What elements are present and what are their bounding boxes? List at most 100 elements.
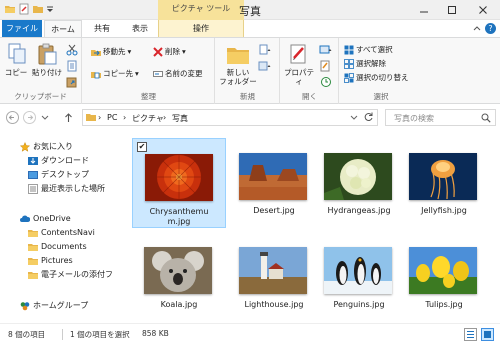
search-input[interactable]: 写真の検索 [385,109,496,126]
forward-button[interactable] [23,111,36,124]
file-label-line1: Hydrangeas.jpg [327,206,391,215]
address-bar[interactable]: › PC › ピクチャ › 写真 [82,109,378,126]
new-item-icon [259,44,271,55]
nav-homegroup[interactable]: ホームグループ [20,300,88,312]
invert-selection-button[interactable]: 選択の切り替え [344,72,409,84]
select-none-button[interactable]: 選択解除 [344,58,386,70]
nav-onedrive[interactable]: OneDrive [20,213,71,225]
open-button[interactable] [319,44,333,56]
close-button[interactable] [466,0,500,20]
tab-manage[interactable]: 操作 [158,20,244,37]
pictures-folder-icon [86,112,96,124]
file-label: Koala.jpg [134,300,224,310]
maximize-button[interactable] [438,0,466,20]
nav-onedrive-email-attachments[interactable]: 電子メールの添付ファ [28,269,121,281]
breadcrumb-pc[interactable]: PC [107,113,117,122]
nav-onedrive-pictures[interactable]: Pictures [28,255,73,267]
properties-button[interactable]: プロパティ [281,42,317,86]
back-arrow-icon [6,111,19,124]
breadcrumb-separator: › [98,113,102,122]
nav-downloads[interactable]: ダウンロード [28,155,89,167]
status-selection: 1 個の項目を選択 [70,330,130,339]
thumbnail-koala [144,247,212,294]
nav-label: お気に入り [33,142,73,151]
properties-icon [290,44,306,64]
delete-button[interactable]: 削除 ▾ [153,46,186,58]
onedrive-cloud-icon [20,215,30,222]
details-view-button[interactable] [464,328,477,341]
file-label: Penguins.jpg [314,300,404,310]
select-all-icon [344,45,354,55]
breadcrumb-pictures[interactable]: ピクチャ [132,113,164,124]
nav-label: デスクトップ [41,170,89,179]
group-label-clipboard: クリップボード [14,92,67,101]
history-icon [321,77,331,87]
new-folder-button[interactable]: 新しい フォルダー [218,42,258,86]
file-label: Hydrangeas.jpg [314,206,404,216]
up-arrow-icon [65,113,72,122]
item-checkbox[interactable]: ✔ [137,142,147,152]
copy-to-button[interactable]: コピー先 ▾ [91,68,139,80]
details-view-icon [464,328,477,341]
group-new: 新しい フォルダー 新規 [216,38,280,104]
nav-recent-places[interactable]: 最近表示した場所 [28,183,105,195]
breadcrumb-photos[interactable]: 写真 [172,113,188,124]
thumbnail-tulips [409,247,477,294]
minimize-button[interactable] [410,0,438,20]
file-label: Lighthouse.jpg [229,300,319,310]
status-item-count: 8 個の項目 [8,330,46,339]
paste-button[interactable]: 貼り付け [30,42,64,77]
help-icon[interactable]: ? [485,23,496,34]
group-open: プロパティ 開く [281,38,339,104]
file-tile-chrysanthemum[interactable]: ✔ Chrysanthemu m.jpg [132,138,226,228]
file-tile-lighthouse[interactable]: Lighthouse.jpg [227,232,321,322]
file-tile-penguins[interactable]: Penguins.jpg [312,232,406,322]
up-button[interactable] [62,111,75,124]
refresh-icon[interactable] [363,111,374,125]
back-button[interactable] [6,111,19,124]
edit-button[interactable] [319,60,333,72]
edit-icon [320,60,330,72]
thumbnail-lighthouse [239,247,307,294]
nav-label: 電子メールの添付ファ [41,270,121,279]
file-tile-jellyfish[interactable]: Jellyfish.jpg [397,138,491,228]
file-label: Jellyfish.jpg [399,206,489,216]
address-dropdown-icon[interactable] [349,111,359,125]
tab-view[interactable]: 表示 [124,20,156,37]
history-button[interactable] [319,76,333,88]
nav-onedrive-contentsnavi[interactable]: ContentsNavi [28,227,95,239]
copy-icon [8,43,26,64]
tab-share[interactable]: 共有 [86,20,118,37]
nav-favorites[interactable]: お気に入り [20,141,73,153]
file-tile-koala[interactable]: Koala.jpg [132,232,226,322]
breadcrumb-separator: › [123,113,127,122]
easy-access-button[interactable] [258,60,272,72]
file-label: Desert.jpg [229,206,319,216]
folder-icon [28,244,38,251]
nav-desktop[interactable]: デスクトップ [28,169,89,181]
nav-label: ContentsNavi [41,228,95,237]
move-to-button[interactable]: 移動先 ▾ [91,46,131,58]
invert-selection-icon [344,73,354,83]
paste-shortcut-button[interactable] [65,76,79,88]
copy-to-label: コピー先 [103,69,133,78]
copy-button[interactable]: コピー [4,42,28,77]
copy-path-button[interactable] [65,60,79,72]
new-item-button[interactable] [258,44,272,56]
ribbon-collapse-icon[interactable] [472,24,482,34]
cut-button[interactable] [65,44,79,56]
tab-home[interactable]: ホーム [44,20,82,37]
nav-onedrive-documents[interactable]: Documents [28,241,87,253]
nav-label: Documents [41,242,87,251]
tab-file[interactable]: ファイル [2,20,42,37]
recent-locations-button[interactable] [40,111,50,124]
rename-button[interactable]: 名前の変更 [153,68,203,80]
file-tile-desert[interactable]: Desert.jpg [227,138,321,228]
desktop-icon [28,171,38,179]
select-all-button[interactable]: すべて選択 [344,44,393,56]
file-tile-hydrangeas[interactable]: Hydrangeas.jpg [312,138,406,228]
large-icons-view-button[interactable] [481,328,494,341]
open-icon [319,45,332,54]
file-tile-tulips[interactable]: Tulips.jpg [397,232,491,322]
copy-label: コピー [4,68,28,77]
